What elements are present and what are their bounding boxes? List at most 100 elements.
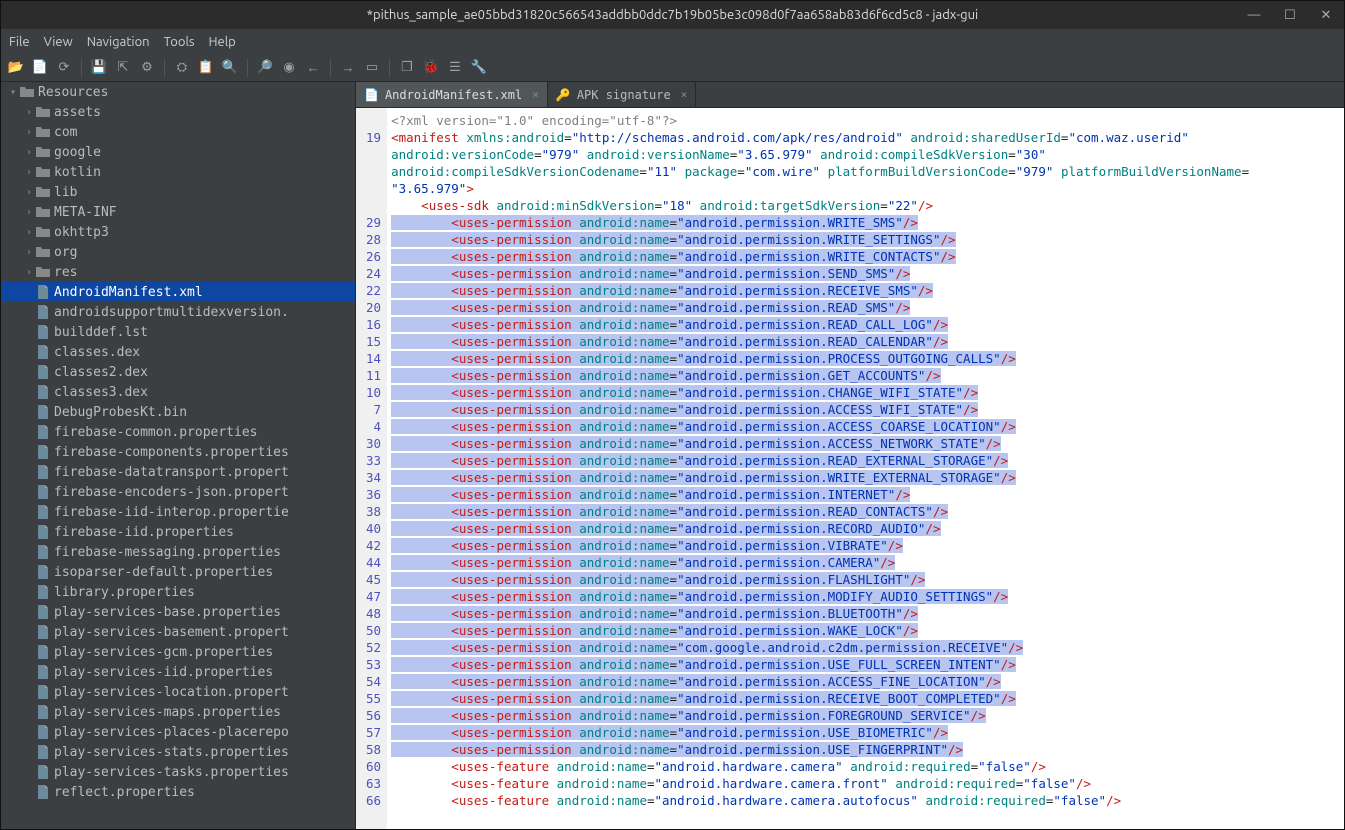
tree-file[interactable]: firebase-messaging.properties <box>1 542 355 562</box>
tree-expander-icon[interactable]: › <box>23 147 35 158</box>
tree-expander-icon[interactable]: › <box>23 167 35 178</box>
bug-icon[interactable]: 🐞 <box>420 57 442 79</box>
file-icon <box>35 725 51 739</box>
tree-file[interactable]: firebase-datatransport.propert <box>1 462 355 482</box>
tree-file[interactable]: firebase-encoders-json.propert <box>1 482 355 502</box>
menu-item-tools[interactable]: Tools <box>164 35 195 49</box>
tree-folder-google[interactable]: ›google <box>1 142 355 162</box>
gradle-icon[interactable]: ⛭ <box>171 57 193 79</box>
tree-expander-icon[interactable]: › <box>23 207 35 218</box>
list-icon[interactable]: ☰ <box>444 57 466 79</box>
tree-expander-icon[interactable]: › <box>23 127 35 138</box>
tree-file[interactable]: play-services-tasks.properties <box>1 762 355 782</box>
menu-item-file[interactable]: File <box>9 35 30 49</box>
folder-icon <box>35 166 51 178</box>
tree-file[interactable]: library.properties <box>1 582 355 602</box>
tree-label: Resources <box>38 85 108 100</box>
tree-folder-kotlin[interactable]: › kotlin <box>1 162 355 182</box>
find-icon[interactable]: 🔎 <box>254 57 276 79</box>
export-icon[interactable]: ⇱ <box>112 57 134 79</box>
tree-file[interactable]: play-services-base.properties <box>1 602 355 622</box>
tree-file[interactable]: classes3.dex <box>1 382 355 402</box>
window-close-button[interactable]: ✕ <box>1314 8 1338 23</box>
editor-tab[interactable]: 🔑APK signature× <box>548 82 697 107</box>
new-window-icon[interactable]: ❐ <box>396 57 418 79</box>
tree-expander-icon[interactable]: › <box>23 187 35 198</box>
tree-folder-okhttp3[interactable]: ›okhttp3 <box>1 222 355 242</box>
wrench-icon[interactable]: 🔧 <box>468 57 490 79</box>
tree-file[interactable]: isoparser-default.properties <box>1 562 355 582</box>
forward-icon[interactable]: → <box>337 57 359 79</box>
window-title: *pithus_sample_ae05bbd31820c566543addbb0… <box>367 8 978 22</box>
toolbar-separator <box>164 59 165 77</box>
tree-folder-org[interactable]: ›org <box>1 242 355 262</box>
resources-tree[interactable]: ▾Resources›assets›com›google›kotlin›lib›… <box>1 82 356 829</box>
tree-folder-assets[interactable]: ›assets <box>1 102 355 122</box>
tree-root-resources[interactable]: ▾ Resources <box>1 82 355 102</box>
window-maximize-button[interactable]: ☐ <box>1278 8 1302 23</box>
tree-file[interactable]: play-services-basement.propert <box>1 622 355 642</box>
menu-bar: File View Navigation Tools Help <box>1 29 1344 54</box>
folder-icon <box>35 126 51 138</box>
editor-tabs: 📄AndroidManifest.xml×🔑APK signature× <box>356 82 1344 108</box>
tree-label: kotlin <box>54 165 101 180</box>
folder-icon <box>19 86 35 98</box>
editor-tab[interactable]: 📄AndroidManifest.xml× <box>356 82 548 107</box>
tree-file[interactable]: play-services-stats.properties <box>1 742 355 762</box>
sync-icon[interactable]: 💾 <box>88 57 110 79</box>
tree-file[interactable]: firebase-common.properties <box>1 422 355 442</box>
tree-file[interactable]: classes2.dex <box>1 362 355 382</box>
back-icon[interactable]: ← <box>302 57 324 79</box>
tree-file[interactable]: play-services-location.propert <box>1 682 355 702</box>
code-editor[interactable]: 19 2928262422201615141110743033343638404… <box>356 108 1344 829</box>
tree-file[interactable]: firebase-iid-interop.propertie <box>1 502 355 522</box>
tree-label: play-services-places-placerepo <box>54 725 289 740</box>
tree-file[interactable]: firebase-iid.properties <box>1 522 355 542</box>
tree-file[interactable]: DebugProbesKt.bin <box>1 402 355 422</box>
tree-folder-lib[interactable]: ›lib <box>1 182 355 202</box>
menu-item-view[interactable]: View <box>44 35 73 49</box>
tree-file[interactable]: builddef.lst <box>1 322 355 342</box>
tree-folder-com[interactable]: › com <box>1 122 355 142</box>
tree-file[interactable]: reflect.properties <box>1 782 355 802</box>
window-minimize-button[interactable]: — <box>1242 8 1266 22</box>
tree-file[interactable]: androidsupportmultidexversion. <box>1 302 355 322</box>
tree-file[interactable]: firebase-components.properties <box>1 442 355 462</box>
tree-file[interactable]: classes.dex <box>1 342 355 362</box>
search-icon[interactable]: 🔍 <box>219 57 241 79</box>
tree-file[interactable]: play-services-places-placerepo <box>1 722 355 742</box>
tree-expander-icon[interactable]: › <box>23 227 35 238</box>
tree-folder-res[interactable]: › res <box>1 262 355 282</box>
tree-expander-icon[interactable]: › <box>23 107 35 118</box>
tree-label: play-services-maps.properties <box>54 705 281 720</box>
debug-window-icon[interactable]: ▭ <box>361 57 383 79</box>
tree-label: firebase-components.properties <box>54 445 289 460</box>
tree-label: play-services-tasks.properties <box>54 765 289 780</box>
log-icon[interactable]: 📋 <box>195 57 217 79</box>
file-icon <box>35 385 51 399</box>
tree-file[interactable]: play-services-gcm.properties <box>1 642 355 662</box>
tree-label: res <box>54 265 77 280</box>
menu-item-navigation[interactable]: Navigation <box>87 35 150 49</box>
tree-expander-icon[interactable]: › <box>23 267 35 278</box>
file-icon <box>35 665 51 679</box>
tree-label: com <box>54 125 77 140</box>
settings-icon[interactable]: ⚙ <box>136 57 158 79</box>
tree-expander-icon[interactable]: ▾ <box>7 87 19 98</box>
file-icon <box>35 445 51 459</box>
tree-label: classes3.dex <box>54 385 148 400</box>
tree-folder-meta-inf[interactable]: ›META-INF <box>1 202 355 222</box>
save-icon[interactable]: ⟳ <box>53 57 75 79</box>
add-file-icon[interactable]: 📄 <box>29 57 51 79</box>
tree-expander-icon[interactable]: › <box>23 247 35 258</box>
tab-close-icon[interactable]: × <box>532 88 539 101</box>
menu-item-help[interactable]: Help <box>209 35 236 49</box>
folder-open-icon[interactable]: 📂 <box>5 57 27 79</box>
deobf-icon[interactable]: ◉ <box>278 57 300 79</box>
code-content[interactable]: <?xml version="1.0" encoding="utf-8"?><m… <box>387 108 1344 829</box>
file-icon <box>35 765 51 779</box>
tree-file[interactable]: play-services-iid.properties <box>1 662 355 682</box>
tree-file[interactable]: play-services-maps.properties <box>1 702 355 722</box>
tab-close-icon[interactable]: × <box>681 88 688 101</box>
tree-file-androidmanifest[interactable]: AndroidManifest.xml <box>1 282 355 302</box>
